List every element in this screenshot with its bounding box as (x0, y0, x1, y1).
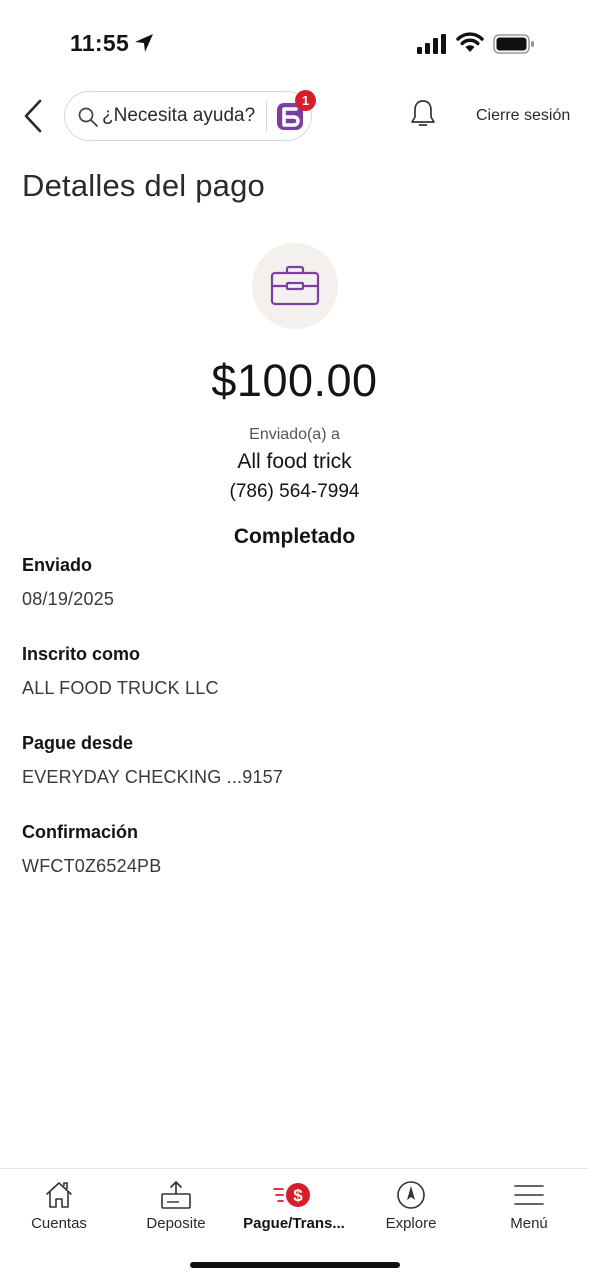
payment-amount: $100.00 (211, 355, 378, 406)
search-placeholder: ¿Necesita ayuda? (102, 105, 256, 126)
compass-icon (397, 1181, 425, 1209)
pay-transfer-icon: $ (273, 1183, 310, 1207)
tab-pay-transfer[interactable]: $ Pague/Trans... (235, 1169, 353, 1249)
top-nav: ¿Necesita ayuda? 1 Cierre sesión (0, 88, 589, 148)
sent-to-label: Enviado(a) a (249, 426, 340, 443)
search-icon (78, 107, 98, 127)
location-arrow-icon (135, 34, 153, 52)
page-title: Detalles del pago (22, 168, 265, 203)
tab-menu[interactable]: Menú (470, 1169, 588, 1249)
detail-confirmation: Confirmación WFCT0Z6524PB (22, 822, 161, 877)
briefcase-icon (270, 265, 320, 306)
detail-enrolled-as: Inscrito como ALL FOOD TRUCK LLC (22, 644, 219, 699)
notification-badge: 1 (295, 90, 316, 111)
recipient-name: All food trick (237, 450, 352, 473)
menu-icon (514, 1185, 544, 1205)
detail-label: Enviado (22, 555, 93, 575)
detail-value: EVERYDAY CHECKING ...9157 (22, 767, 284, 787)
help-search-bar[interactable]: ¿Necesita ayuda? 1 (64, 90, 316, 141)
payment-icon-container (252, 243, 338, 329)
battery-icon (493, 34, 534, 54)
home-icon (46, 1182, 72, 1208)
detail-value: WFCT0Z6524PB (22, 856, 162, 876)
cellular-signal-icon (417, 34, 446, 54)
wifi-icon (456, 32, 484, 52)
detail-pay-from: Pague desde EVERYDAY CHECKING ...9157 (22, 733, 283, 788)
detail-value: ALL FOOD TRUCK LLC (22, 678, 219, 698)
tab-label: Cuentas (31, 1215, 87, 1232)
detail-value: 08/19/2025 (22, 589, 115, 609)
tab-accounts[interactable]: Cuentas (0, 1169, 118, 1249)
logout-button[interactable]: Cierre sesión (476, 107, 570, 125)
tab-explore[interactable]: Explore (352, 1169, 470, 1249)
detail-label: Confirmación (22, 822, 139, 842)
tab-label: Pague/Trans... (243, 1215, 345, 1232)
divider (266, 102, 267, 132)
home-indicator[interactable] (190, 1262, 400, 1268)
payment-status: Completado (233, 525, 356, 548)
tab-label: Deposite (146, 1215, 206, 1232)
back-chevron-icon[interactable] (20, 98, 46, 134)
tab-deposit[interactable]: Deposite (117, 1169, 235, 1249)
detail-label: Pague desde (22, 733, 134, 753)
deposit-icon (161, 1181, 191, 1209)
detail-sent-date: Enviado 08/19/2025 (22, 555, 114, 610)
tab-label: Explore (385, 1215, 437, 1232)
detail-label: Inscrito como (22, 644, 141, 664)
status-time: 11:55 (70, 30, 130, 56)
notifications-bell-icon[interactable] (408, 98, 438, 130)
svg-text:$: $ (293, 1186, 303, 1205)
status-bar: 11:55 (0, 0, 589, 88)
recipient-phone: (786) 564-7994 (229, 481, 360, 502)
tab-label: Menú (510, 1215, 548, 1232)
